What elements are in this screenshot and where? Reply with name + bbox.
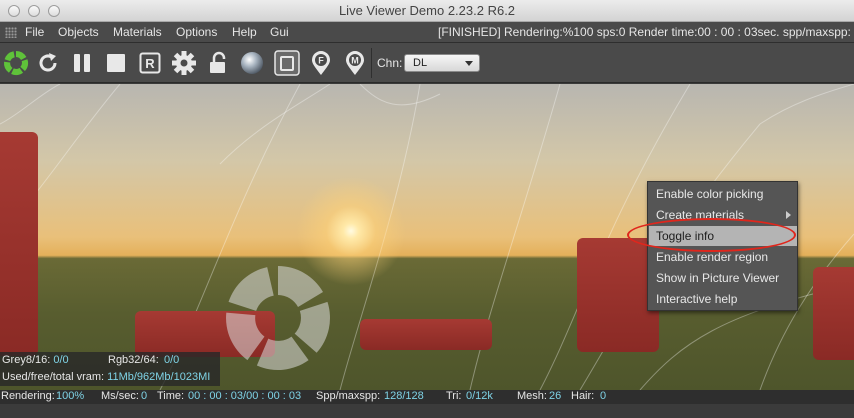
pause-icon — [74, 54, 90, 72]
focus-picker-button[interactable]: F — [307, 49, 335, 77]
menu-item-enable-color-picking[interactable]: Enable color picking — [649, 184, 797, 204]
hair-value: 0 — [600, 390, 607, 402]
context-menu: Enable color picking Create materials To… — [647, 181, 798, 311]
octane-logo-icon — [4, 50, 28, 76]
menu-file[interactable]: File — [25, 25, 44, 39]
grey-value: 0/0 — [53, 354, 69, 366]
grip-icon — [5, 27, 17, 38]
material-preview-button[interactable] — [238, 49, 266, 77]
menu-item-label: Create materials — [656, 208, 745, 222]
bottom-strip — [0, 404, 854, 418]
octane-logo-button[interactable] — [2, 49, 30, 77]
menu-gui[interactable]: Gui — [270, 25, 289, 39]
channel-select-value: DL — [413, 57, 428, 69]
menu-item-toggle-info[interactable]: Toggle info — [649, 226, 797, 246]
mesh-label: Mesh: — [517, 390, 547, 402]
vram-value: 11Mb/962Mb/1023MI — [107, 371, 211, 383]
rgb-label: Rgb32/64: — [108, 354, 159, 366]
menu-item-label: Enable color picking — [656, 187, 764, 201]
menu-item-label: Toggle info — [656, 229, 715, 243]
title-bar: Live Viewer Demo 2.23.2 R6.2 — [0, 0, 854, 22]
menu-item-interactive-help[interactable]: Interactive help — [649, 289, 797, 309]
menu-item-label: Enable render region — [656, 250, 769, 264]
lock-icon — [210, 51, 226, 73]
menu-item-label: Interactive help — [656, 292, 738, 306]
svg-text:F: F — [318, 56, 324, 66]
menu-materials[interactable]: Materials — [113, 25, 162, 39]
info-vram-panel: Used/free/total vram: 11Mb/962Mb/1023MI — [0, 369, 220, 386]
red-box-left — [0, 132, 38, 356]
r-button[interactable]: R — [136, 49, 164, 77]
octane-watermark-icon — [226, 266, 330, 370]
svg-text:M: M — [351, 56, 359, 66]
render-status-text: [FINISHED] Rendering:%100 sps:0 Render t… — [438, 25, 851, 39]
menu-help[interactable]: Help — [232, 25, 257, 39]
menu-objects[interactable]: Objects — [58, 25, 99, 39]
ms-value: 0 — [141, 390, 148, 402]
toolbar-separator — [371, 48, 372, 78]
menu-bar: File Objects Materials Options Help Gui … — [0, 22, 854, 43]
window-title: Live Viewer Demo 2.23.2 R6.2 — [338, 3, 516, 18]
pause-button[interactable] — [68, 49, 96, 77]
menu-item-enable-render-region[interactable]: Enable render region — [649, 247, 797, 267]
material-picker-button[interactable]: M — [341, 49, 369, 77]
spp-value: 128/128 — [384, 390, 424, 402]
chevron-down-icon — [465, 61, 473, 66]
stop-icon — [107, 54, 125, 72]
ms-label: Ms/sec: — [101, 390, 139, 402]
refresh-icon — [39, 53, 57, 72]
tri-value: 0/12k — [466, 390, 493, 402]
grey-label: Grey8/16: — [2, 354, 51, 366]
restart-render-button[interactable] — [34, 49, 62, 77]
render-region-button[interactable] — [273, 49, 301, 77]
channel-label: Chn: — [377, 56, 403, 70]
rendering-value: 100% — [56, 390, 85, 402]
rendering-label: Rendering: — [1, 390, 55, 402]
lock-button[interactable] — [204, 49, 232, 77]
vram-label: Used/free/total vram: — [2, 371, 105, 383]
focus-pin-icon: F — [312, 51, 330, 75]
rgb-value: 0/0 — [164, 354, 180, 366]
time-label: Time: — [157, 390, 185, 402]
red-box-center — [360, 319, 492, 350]
red-box-far-right — [813, 267, 854, 360]
mesh-value: 26 — [549, 390, 562, 402]
svg-text:R: R — [145, 56, 155, 71]
region-icon — [274, 50, 300, 76]
render-statusbar: Rendering: 100% Ms/sec: 0 Time: 00 : 00 … — [0, 390, 854, 404]
menu-item-show-in-picture-viewer[interactable]: Show in Picture Viewer — [649, 268, 797, 288]
stop-button[interactable] — [102, 49, 130, 77]
spp-label: Spp/maxspp: — [316, 390, 381, 402]
info-pixel-panel: Grey8/16: 0/0 Rgb32/64: 0/0 — [0, 352, 220, 369]
settings-button[interactable] — [170, 49, 198, 77]
toolbar: R F M Chn: DL — [0, 43, 854, 83]
submenu-arrow-icon — [786, 211, 791, 219]
material-pin-icon: M — [346, 51, 364, 75]
hair-label: Hair: — [571, 390, 595, 402]
menu-item-create-materials[interactable]: Create materials — [649, 205, 797, 225]
menu-options[interactable]: Options — [176, 25, 217, 39]
gear-icon — [172, 51, 196, 75]
r-icon: R — [139, 52, 161, 74]
time-value: 00 : 00 : 03/00 : 00 : 03 — [188, 390, 302, 402]
tri-label: Tri: — [446, 390, 462, 402]
menu-item-label: Show in Picture Viewer — [656, 271, 780, 285]
sphere-icon — [241, 52, 263, 74]
channel-select[interactable]: DL — [404, 54, 480, 72]
